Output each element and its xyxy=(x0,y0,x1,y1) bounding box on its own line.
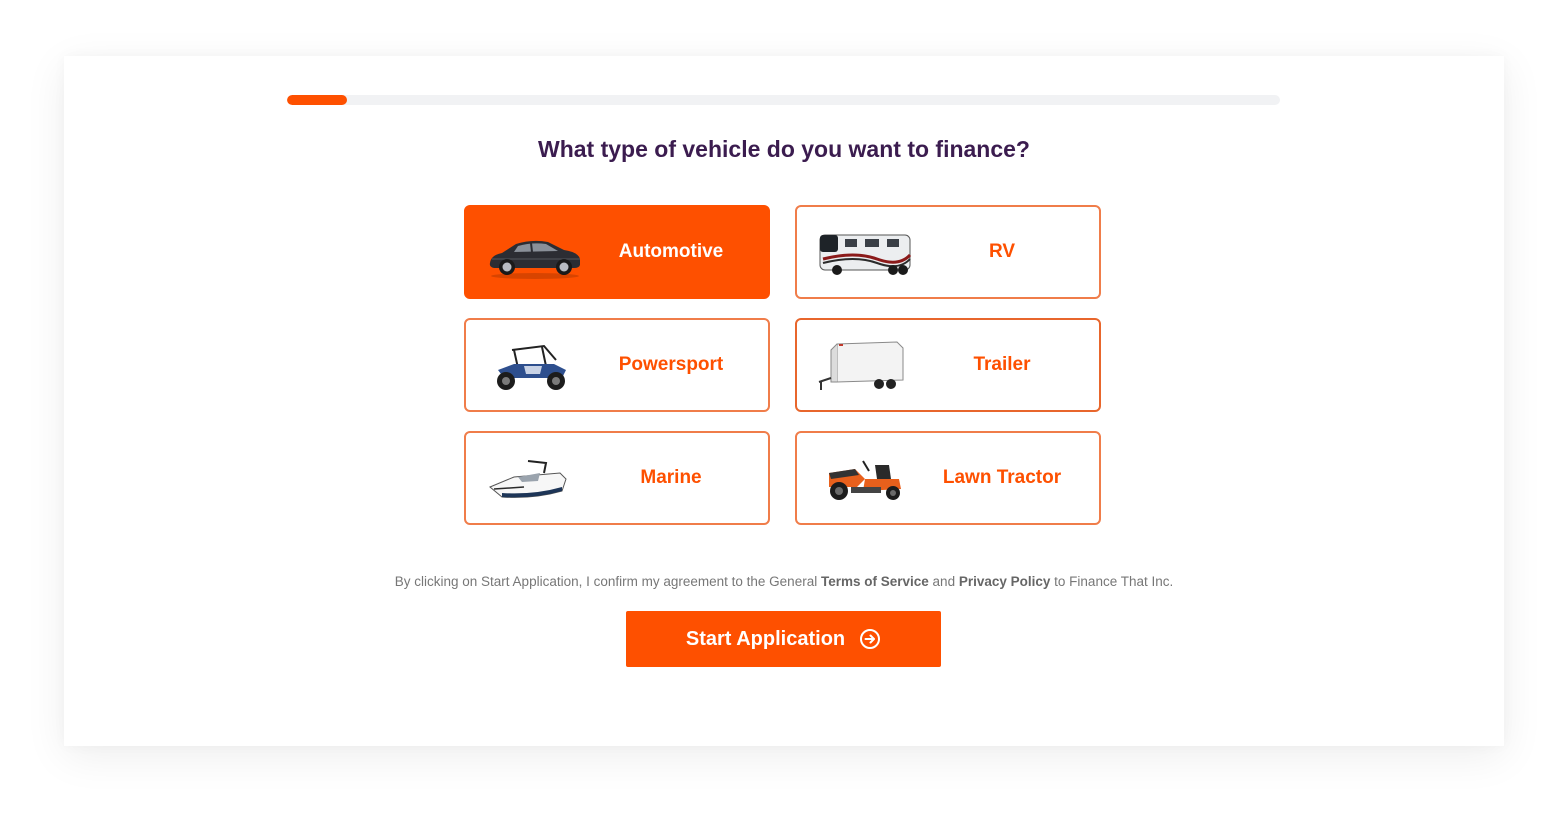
start-application-label: Start Application xyxy=(685,627,846,650)
boat-icon xyxy=(484,451,584,509)
progress-fill xyxy=(287,95,347,105)
utv-side-by-side-icon xyxy=(484,338,584,396)
application-card: What type of vehicle do you want to fina… xyxy=(64,56,1504,746)
option-trailer[interactable]: Trailer xyxy=(795,318,1101,412)
consent-suffix: to Finance That Inc. xyxy=(1054,574,1174,589)
page-title: What type of vehicle do you want to fina… xyxy=(538,136,1030,162)
lawn-tractor-icon xyxy=(815,451,915,509)
option-rv[interactable]: RV xyxy=(795,205,1101,299)
option-marine[interactable]: Marine xyxy=(464,431,770,525)
start-application-button[interactable]: Start Application xyxy=(626,611,941,667)
consent-and: and xyxy=(932,574,956,589)
consent-prefix: By clicking on Start Application, I conf… xyxy=(394,574,818,589)
arrow-circle-right-icon xyxy=(859,628,881,650)
option-label: Automotive xyxy=(618,241,724,262)
option-automotive[interactable]: Automotive xyxy=(464,205,770,299)
option-label: Lawn Tractor xyxy=(942,467,1062,488)
cargo-trailer-icon xyxy=(815,338,915,396)
car-icon xyxy=(484,225,584,283)
option-label: Marine xyxy=(640,467,702,488)
option-powersport[interactable]: Powersport xyxy=(464,318,770,412)
terms-of-service-link[interactable]: Terms of Service xyxy=(821,574,929,589)
option-label: Trailer xyxy=(973,354,1031,375)
option-lawn-tractor[interactable]: Lawn Tractor xyxy=(795,431,1101,525)
consent-text: By clicking on Start Application, I conf… xyxy=(64,574,1504,589)
rv-motorhome-icon xyxy=(815,225,915,283)
progress-bar xyxy=(287,95,1280,105)
option-label: RV xyxy=(988,241,1016,262)
option-label: Powersport xyxy=(618,354,724,375)
privacy-policy-link[interactable]: Privacy Policy xyxy=(959,574,1051,589)
